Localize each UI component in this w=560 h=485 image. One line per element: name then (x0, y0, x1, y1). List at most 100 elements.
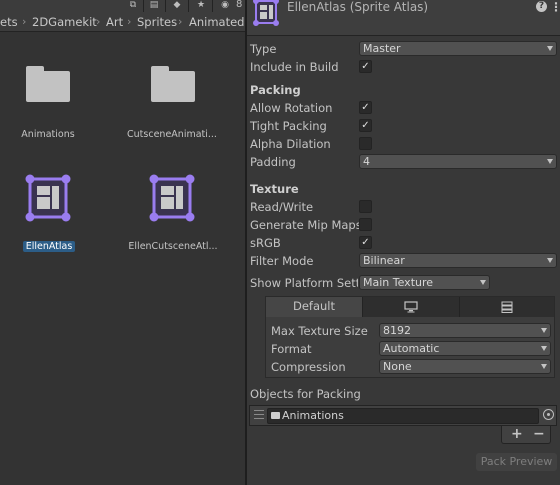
asset-label: EllenAtlas (0, 241, 104, 252)
srgb-checkbox[interactable]: ✓ (359, 236, 372, 249)
breadcrumb-separator-icon: › (22, 15, 27, 28)
list-add-remove-footer: + − (501, 426, 551, 444)
allow-rotation-checkbox[interactable]: ✓ (359, 101, 372, 114)
objects-for-packing-list: Animations (249, 405, 557, 426)
objects-for-packing-header: Objects for Packing (250, 387, 361, 401)
compression-value: None (383, 360, 412, 373)
chevron-down-icon (541, 364, 547, 369)
asset-tile-selected[interactable]: EllenAtlas (0, 170, 104, 256)
monitor-icon (404, 301, 418, 313)
toolbar-divider (143, 0, 144, 12)
padding-value: 4 (363, 155, 370, 168)
breadcrumb-item[interactable]: Sprites (137, 15, 177, 29)
add-item-button[interactable]: + (511, 426, 523, 442)
filter-mode-dropdown[interactable]: Bilinear (359, 253, 557, 268)
type-dropdown[interactable]: Master (359, 41, 557, 56)
toolbar-divider (188, 0, 189, 12)
toolbar-divider (212, 0, 213, 12)
folder-icon (271, 412, 280, 419)
favorite-star-icon[interactable]: ★ (192, 0, 210, 12)
max-texture-size-dropdown[interactable]: 8192 (379, 323, 551, 338)
tab-default[interactable]: Default (266, 297, 363, 317)
alpha-dilation-label: Alpha Dilation (250, 137, 331, 151)
tight-packing-checkbox[interactable]: ✓ (359, 119, 372, 132)
asset-tile[interactable]: CutsceneAnimati... (117, 66, 227, 146)
padding-label: Padding (250, 155, 296, 169)
include-in-build-checkbox[interactable]: ✓ (359, 60, 372, 73)
asset-tile[interactable]: Animations (0, 66, 103, 146)
filter-mode-label: Filter Mode (250, 254, 314, 268)
show-platform-settings-dropdown[interactable]: Main Texture (359, 275, 490, 290)
chevron-down-icon (480, 280, 486, 285)
compression-label: Compression (271, 360, 346, 374)
object-picker-icon[interactable] (543, 409, 554, 420)
packing-header: Packing (250, 83, 301, 97)
chevron-down-icon (547, 258, 553, 263)
object-field-value: Animations (282, 409, 344, 422)
compression-dropdown[interactable]: None (379, 359, 551, 374)
platform-tab-bar: Default (266, 297, 554, 317)
object-field[interactable]: Animations (267, 408, 539, 424)
project-toolbar: ⧉ ▤ ◆ ★ ◉ 8 (0, 0, 245, 12)
drag-handle-icon[interactable] (254, 410, 264, 419)
server-icon (501, 301, 513, 313)
filter-type-icon[interactable]: ▤ (145, 0, 163, 12)
format-dropdown[interactable]: Automatic (379, 341, 551, 356)
format-label: Format (271, 342, 312, 356)
format-value: Automatic (383, 342, 440, 355)
chevron-down-icon (541, 328, 547, 333)
generate-mip-maps-label: Generate Mip Maps (250, 218, 362, 232)
show-platform-settings-value: Main Texture (363, 276, 434, 289)
max-texture-size-value: 8192 (383, 324, 411, 337)
inspector-header: EllenAtlas (Sprite Atlas) ? ⋮ (247, 0, 560, 36)
help-icon[interactable]: ? (536, 1, 547, 12)
srgb-label: sRGB (250, 236, 281, 250)
chevron-down-icon (547, 159, 553, 164)
asset-tile[interactable]: EllenCutsceneAtl... (118, 170, 228, 256)
hidden-packages-count: 8 (236, 0, 243, 10)
breadcrumb-item[interactable]: AnimatedS (189, 15, 245, 29)
hidden-packages-eye-icon[interactable]: ◉ (216, 0, 234, 12)
max-texture-size-label: Max Texture Size (271, 324, 368, 338)
read-write-label: Read/Write (250, 200, 314, 214)
include-in-build-label: Include in Build (250, 60, 339, 74)
platform-settings-panel: Default Max Texture Size 8192 Format Aut… (265, 296, 555, 378)
breadcrumb-separator-icon: › (96, 15, 101, 28)
alpha-dilation-checkbox[interactable] (359, 137, 372, 150)
kebab-menu-icon[interactable]: ⋮ (550, 0, 560, 14)
asset-label: EllenCutsceneAtl... (128, 241, 218, 252)
sprite-atlas-icon (149, 174, 195, 222)
show-platform-settings-label: Show Platform Setti (250, 276, 358, 290)
tight-packing-label: Tight Packing (250, 119, 327, 133)
breadcrumb-item[interactable]: 2DGamekit (32, 15, 97, 29)
type-label: Type (250, 42, 277, 56)
breadcrumb: ets › 2DGamekit › Art › Sprites › Animat… (0, 12, 245, 32)
layout-icon[interactable]: ⧉ (124, 0, 142, 12)
breadcrumb-separator-icon: › (178, 15, 183, 28)
inspector-pane: EllenAtlas (Sprite Atlas) ? ⋮ Type Maste… (247, 0, 560, 485)
generate-mip-maps-checkbox[interactable] (359, 218, 372, 231)
chevron-down-icon (547, 46, 553, 51)
padding-dropdown[interactable]: 4 (359, 154, 557, 169)
project-pane: ⧉ ▤ ◆ ★ ◉ 8 ets › 2DGamekit › Art › Spri… (0, 0, 245, 485)
read-write-checkbox[interactable] (359, 200, 372, 213)
breadcrumb-item[interactable]: Art (106, 15, 123, 29)
asset-label: CutsceneAnimati... (127, 129, 217, 140)
sprite-atlas-icon (25, 174, 71, 222)
asset-label: Animations (21, 129, 75, 140)
pack-preview-button[interactable]: Pack Preview (476, 453, 557, 471)
tab-server[interactable] (460, 297, 554, 317)
breadcrumb-separator-icon: › (127, 15, 132, 28)
type-value: Master (363, 42, 401, 55)
inspector-title: EllenAtlas (Sprite Atlas) (287, 0, 429, 14)
texture-header: Texture (250, 182, 299, 196)
chevron-down-icon (541, 346, 547, 351)
tag-icon[interactable]: ◆ (168, 0, 186, 12)
sprite-atlas-icon (253, 0, 279, 26)
toolbar-divider (165, 0, 166, 12)
remove-item-button[interactable]: − (533, 426, 545, 442)
allow-rotation-label: Allow Rotation (250, 101, 333, 115)
filter-mode-value: Bilinear (363, 254, 405, 267)
tab-standalone[interactable] (363, 297, 460, 317)
breadcrumb-item[interactable]: ets (0, 15, 18, 29)
